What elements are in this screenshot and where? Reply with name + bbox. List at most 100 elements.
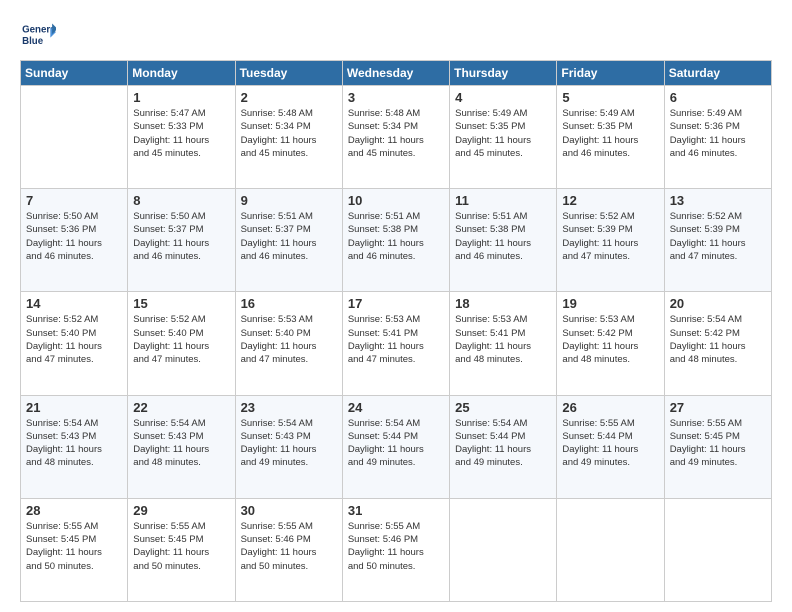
calendar-cell: 31 Sunrise: 5:55 AM Sunset: 5:46 PM Dayli… [342, 498, 449, 601]
cell-day-number: 19 [562, 296, 658, 311]
cell-day-number: 14 [26, 296, 122, 311]
calendar-cell: 19Sunrise: 5:53 AM Sunset: 5:42 PM Dayli… [557, 292, 664, 395]
col-header-friday: Friday [557, 61, 664, 86]
calendar-cell: 28 Sunrise: 5:55 AM Sunset: 5:45 PM Dayli… [21, 498, 128, 601]
calendar-cell [450, 498, 557, 601]
cell-day-number: 28 [26, 503, 122, 518]
cell-day-number: 18 [455, 296, 551, 311]
cell-info: Sunrise: 5:51 AM Sunset: 5:37 PM Dayligh… [241, 210, 337, 263]
cell-day-number: 12 [562, 193, 658, 208]
logo-icon: General Blue [20, 20, 56, 50]
cell-day-number: 13 [670, 193, 766, 208]
calendar-cell: 23 Sunrise: 5:54 AM Sunset: 5:43 PM Dayli… [235, 395, 342, 498]
cell-info: Sunrise: 5:52 AM Sunset: 5:39 PM Dayligh… [562, 210, 658, 263]
cell-day-number: 5 [562, 90, 658, 105]
cell-day-number: 6 [670, 90, 766, 105]
cell-info: Sunrise: 5:54 AM Sunset: 5:43 PM Dayligh… [133, 417, 229, 470]
page-header: General Blue [20, 20, 772, 50]
calendar-cell: 14 Sunrise: 5:52 AM Sunset: 5:40 PM Dayli… [21, 292, 128, 395]
calendar-cell: 8 Sunrise: 5:50 AM Sunset: 5:37 PM Daylig… [128, 189, 235, 292]
calendar-cell: 4 Sunrise: 5:49 AM Sunset: 5:35 PM Daylig… [450, 86, 557, 189]
calendar-cell [557, 498, 664, 601]
calendar-cell [664, 498, 771, 601]
cell-info: Sunrise: 5:54 AM Sunset: 5:44 PM Dayligh… [348, 417, 444, 470]
cell-day-number: 10 [348, 193, 444, 208]
calendar-cell: 21 Sunrise: 5:54 AM Sunset: 5:43 PM Dayli… [21, 395, 128, 498]
cell-day-number: 11 [455, 193, 551, 208]
cell-day-number: 31 [348, 503, 444, 518]
cell-info: Sunrise: 5:52 AM Sunset: 5:39 PM Dayligh… [670, 210, 766, 263]
cell-info: Sunrise: 5:47 AM Sunset: 5:33 PM Dayligh… [133, 107, 229, 160]
cell-day-number: 15 [133, 296, 229, 311]
cell-info: Sunrise: 5:54 AM Sunset: 5:43 PM Dayligh… [26, 417, 122, 470]
calendar-week-2: 7 Sunrise: 5:50 AM Sunset: 5:36 PM Daylig… [21, 189, 772, 292]
cell-day-number: 3 [348, 90, 444, 105]
cell-info: Sunrise: 5:51 AM Sunset: 5:38 PM Dayligh… [348, 210, 444, 263]
calendar-cell: 29Sunrise: 5:55 AM Sunset: 5:45 PM Dayli… [128, 498, 235, 601]
cell-day-number: 7 [26, 193, 122, 208]
cell-info: Sunrise: 5:49 AM Sunset: 5:36 PM Dayligh… [670, 107, 766, 160]
cell-day-number: 9 [241, 193, 337, 208]
calendar-table: SundayMondayTuesdayWednesdayThursdayFrid… [20, 60, 772, 602]
calendar-cell: 24Sunrise: 5:54 AM Sunset: 5:44 PM Dayli… [342, 395, 449, 498]
cell-info: Sunrise: 5:53 AM Sunset: 5:41 PM Dayligh… [348, 313, 444, 366]
cell-info: Sunrise: 5:50 AM Sunset: 5:36 PM Dayligh… [26, 210, 122, 263]
calendar-cell: 22 Sunrise: 5:54 AM Sunset: 5:43 PM Dayli… [128, 395, 235, 498]
logo: General Blue [20, 20, 56, 50]
calendar-cell: 17 Sunrise: 5:53 AM Sunset: 5:41 PM Dayli… [342, 292, 449, 395]
cell-info: Sunrise: 5:55 AM Sunset: 5:45 PM Dayligh… [26, 520, 122, 573]
cell-day-number: 4 [455, 90, 551, 105]
cell-day-number: 1 [133, 90, 229, 105]
calendar-cell: 26 Sunrise: 5:55 AM Sunset: 5:44 PM Dayli… [557, 395, 664, 498]
calendar-cell: 1 Sunrise: 5:47 AM Sunset: 5:33 PM Daylig… [128, 86, 235, 189]
cell-info: Sunrise: 5:49 AM Sunset: 5:35 PM Dayligh… [455, 107, 551, 160]
calendar-cell: 5Sunrise: 5:49 AM Sunset: 5:35 PM Daylig… [557, 86, 664, 189]
cell-info: Sunrise: 5:55 AM Sunset: 5:44 PM Dayligh… [562, 417, 658, 470]
cell-info: Sunrise: 5:52 AM Sunset: 5:40 PM Dayligh… [26, 313, 122, 366]
calendar-week-5: 28 Sunrise: 5:55 AM Sunset: 5:45 PM Dayli… [21, 498, 772, 601]
cell-info: Sunrise: 5:51 AM Sunset: 5:38 PM Dayligh… [455, 210, 551, 263]
cell-day-number: 26 [562, 400, 658, 415]
calendar-cell: 30Sunrise: 5:55 AM Sunset: 5:46 PM Dayli… [235, 498, 342, 601]
cell-day-number: 23 [241, 400, 337, 415]
calendar-cell: 20Sunrise: 5:54 AM Sunset: 5:42 PM Dayli… [664, 292, 771, 395]
cell-info: Sunrise: 5:55 AM Sunset: 5:45 PM Dayligh… [133, 520, 229, 573]
calendar-cell: 16Sunrise: 5:53 AM Sunset: 5:40 PM Dayli… [235, 292, 342, 395]
calendar-cell: 27Sunrise: 5:55 AM Sunset: 5:45 PM Dayli… [664, 395, 771, 498]
calendar-cell: 10 Sunrise: 5:51 AM Sunset: 5:38 PM Dayli… [342, 189, 449, 292]
col-header-wednesday: Wednesday [342, 61, 449, 86]
calendar-cell: 12 Sunrise: 5:52 AM Sunset: 5:39 PM Dayli… [557, 189, 664, 292]
calendar-cell [21, 86, 128, 189]
calendar-cell: 9 Sunrise: 5:51 AM Sunset: 5:37 PM Daylig… [235, 189, 342, 292]
cell-info: Sunrise: 5:54 AM Sunset: 5:43 PM Dayligh… [241, 417, 337, 470]
col-header-saturday: Saturday [664, 61, 771, 86]
col-header-monday: Monday [128, 61, 235, 86]
cell-day-number: 25 [455, 400, 551, 415]
svg-text:Blue: Blue [22, 36, 44, 47]
calendar-header-row: SundayMondayTuesdayWednesdayThursdayFrid… [21, 61, 772, 86]
calendar-cell: 13 Sunrise: 5:52 AM Sunset: 5:39 PM Dayli… [664, 189, 771, 292]
cell-info: Sunrise: 5:53 AM Sunset: 5:40 PM Dayligh… [241, 313, 337, 366]
cell-day-number: 17 [348, 296, 444, 311]
calendar-cell: 3 Sunrise: 5:48 AM Sunset: 5:34 PM Daylig… [342, 86, 449, 189]
calendar-cell: 18Sunrise: 5:53 AM Sunset: 5:41 PM Dayli… [450, 292, 557, 395]
cell-day-number: 21 [26, 400, 122, 415]
cell-info: Sunrise: 5:55 AM Sunset: 5:46 PM Dayligh… [241, 520, 337, 573]
calendar-week-4: 21 Sunrise: 5:54 AM Sunset: 5:43 PM Dayli… [21, 395, 772, 498]
cell-day-number: 2 [241, 90, 337, 105]
calendar-cell: 25Sunrise: 5:54 AM Sunset: 5:44 PM Dayli… [450, 395, 557, 498]
cell-day-number: 8 [133, 193, 229, 208]
cell-day-number: 22 [133, 400, 229, 415]
calendar-cell: 11 Sunrise: 5:51 AM Sunset: 5:38 PM Dayli… [450, 189, 557, 292]
cell-info: Sunrise: 5:55 AM Sunset: 5:46 PM Dayligh… [348, 520, 444, 573]
cell-info: Sunrise: 5:52 AM Sunset: 5:40 PM Dayligh… [133, 313, 229, 366]
col-header-tuesday: Tuesday [235, 61, 342, 86]
calendar-cell: 7 Sunrise: 5:50 AM Sunset: 5:36 PM Daylig… [21, 189, 128, 292]
calendar-week-3: 14 Sunrise: 5:52 AM Sunset: 5:40 PM Dayli… [21, 292, 772, 395]
calendar-week-1: 1 Sunrise: 5:47 AM Sunset: 5:33 PM Daylig… [21, 86, 772, 189]
calendar-cell: 15 Sunrise: 5:52 AM Sunset: 5:40 PM Dayli… [128, 292, 235, 395]
col-header-thursday: Thursday [450, 61, 557, 86]
cell-day-number: 27 [670, 400, 766, 415]
cell-info: Sunrise: 5:50 AM Sunset: 5:37 PM Dayligh… [133, 210, 229, 263]
cell-info: Sunrise: 5:48 AM Sunset: 5:34 PM Dayligh… [348, 107, 444, 160]
